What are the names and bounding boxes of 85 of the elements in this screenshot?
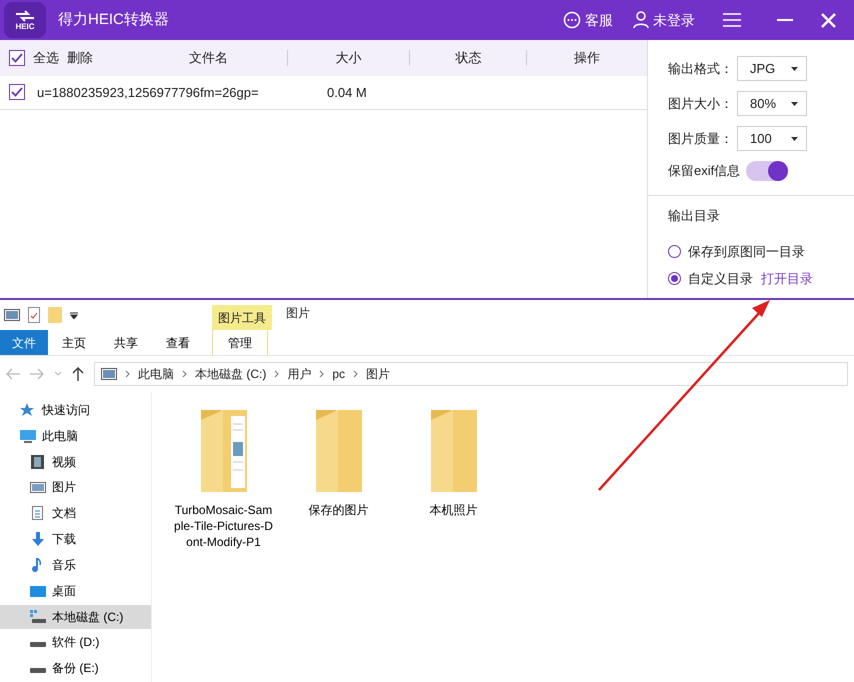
caret-icon: [791, 66, 798, 70]
radio-button[interactable]: [668, 272, 681, 286]
nav-item[interactable]: 桌面: [0, 578, 151, 603]
checkbox[interactable]: [9, 50, 25, 66]
nav-item[interactable]: 备份 (E:): [0, 656, 151, 680]
chevron-icon: [353, 370, 358, 378]
drive-icon: [30, 642, 46, 647]
chat-bubble-icon: [563, 11, 581, 29]
nav-item[interactable]: 快速访问: [0, 398, 151, 422]
select-all-label: 全选: [33, 49, 59, 68]
chevron-icon: [182, 370, 187, 378]
drive-icon: [30, 610, 46, 624]
window-title: 图片: [285, 305, 310, 322]
service-button[interactable]: 客服: [557, 10, 619, 30]
menu-icon: [723, 13, 741, 27]
address-bar[interactable]: 此电脑 本地磁盘 (C:) 用户 pc 图片: [94, 362, 848, 386]
open-folder-link[interactable]: 打开目录: [761, 269, 813, 288]
chevron-icon: [274, 370, 280, 378]
film-icon: [30, 454, 46, 469]
column-header: 大小: [286, 50, 410, 66]
nav-item[interactable]: 本地磁盘 (C:): [0, 604, 151, 628]
field-label: 图片大小：: [668, 94, 733, 113]
nav-item[interactable]: 图片: [0, 475, 151, 500]
ribbon-tab[interactable]: 文件: [0, 330, 48, 355]
dropdown[interactable]: 80%: [737, 91, 807, 116]
nav-item[interactable]: 音乐: [0, 552, 151, 577]
picture-icon: [4, 309, 20, 321]
column-header: 文件名: [188, 50, 229, 66]
nav-item[interactable]: 此电脑: [0, 424, 151, 448]
delete-button[interactable]: 删除: [67, 48, 93, 68]
field-label: 图片质量：: [668, 130, 733, 148]
folder-item[interactable]: 保存的图片: [281, 406, 396, 518]
field-label: 输出格式：: [668, 60, 733, 78]
caret-icon: [791, 136, 798, 140]
ribbon-tab[interactable]: 共享: [100, 330, 152, 355]
column-header: 操作: [526, 50, 647, 66]
down-arrow-icon: [30, 532, 46, 546]
arrows-icon: [14, 9, 36, 23]
up-icon[interactable]: [72, 367, 84, 381]
window-title: 得力HEIC转换器: [58, 10, 169, 30]
dropdown-icon: [70, 311, 78, 319]
ribbon-tab[interactable]: 主页: [48, 330, 100, 355]
folder-icon: [48, 307, 62, 323]
user-icon: [633, 11, 649, 29]
breadcrumb-item[interactable]: 本地磁盘 (C:): [195, 365, 266, 383]
dropdown[interactable]: JPG: [737, 56, 807, 81]
file-name: u=1880235923,1256977796fm=26gp=: [37, 84, 260, 102]
document-icon: [30, 506, 46, 520]
exif-label: 保留exif信息: [668, 162, 740, 180]
desktop-icon: [30, 584, 46, 598]
breadcrumb-item[interactable]: pc: [332, 365, 346, 383]
checkbox[interactable]: [9, 84, 25, 100]
caret-icon: [791, 102, 798, 106]
ribbon-tab[interactable]: 查看: [152, 330, 204, 355]
radio-label: 自定义目录: [688, 270, 753, 288]
login-button[interactable]: 未登录: [627, 10, 701, 30]
nav-item[interactable]: 下载: [0, 527, 151, 552]
section-title: 输出目录: [668, 207, 721, 225]
picture-icon: [30, 480, 46, 494]
chevron-icon: [319, 370, 324, 378]
drive-icon: [30, 668, 46, 673]
column-header: 状态: [409, 50, 526, 66]
picture-icon: [101, 368, 117, 380]
nav-item[interactable]: 文档: [0, 501, 151, 526]
radio-label: 保存到原图同一目录: [688, 242, 805, 260]
star-icon: [20, 403, 36, 417]
nav-item[interactable]: 视频: [0, 450, 151, 474]
breadcrumb-item[interactable]: 图片: [366, 365, 390, 383]
folder-item[interactable]: TurboMosaic-Sample-Tile-Pictures-Dont-Modify-P1: [166, 406, 281, 550]
breadcrumb-item[interactable]: 此电脑: [138, 365, 174, 383]
properties-icon: [28, 307, 40, 323]
dropdown[interactable]: 100: [737, 126, 807, 151]
nav-item[interactable]: 软件 (D:): [0, 630, 151, 654]
monitor-icon: [20, 428, 36, 443]
chevron-icon: [125, 370, 130, 378]
toggle-switch[interactable]: [746, 161, 788, 181]
close-icon: [821, 12, 836, 28]
ribbon-tab[interactable]: 管理: [212, 330, 268, 355]
context-tab-label: 图片工具: [212, 305, 272, 330]
logo-label: HEIC: [15, 23, 35, 31]
folder-item[interactable]: 本机照片: [396, 406, 511, 518]
minimize-icon: [777, 19, 793, 21]
file-size: 0.04 M: [327, 84, 367, 102]
radio-button[interactable]: [668, 244, 681, 258]
breadcrumb-item[interactable]: 用户: [287, 365, 312, 383]
